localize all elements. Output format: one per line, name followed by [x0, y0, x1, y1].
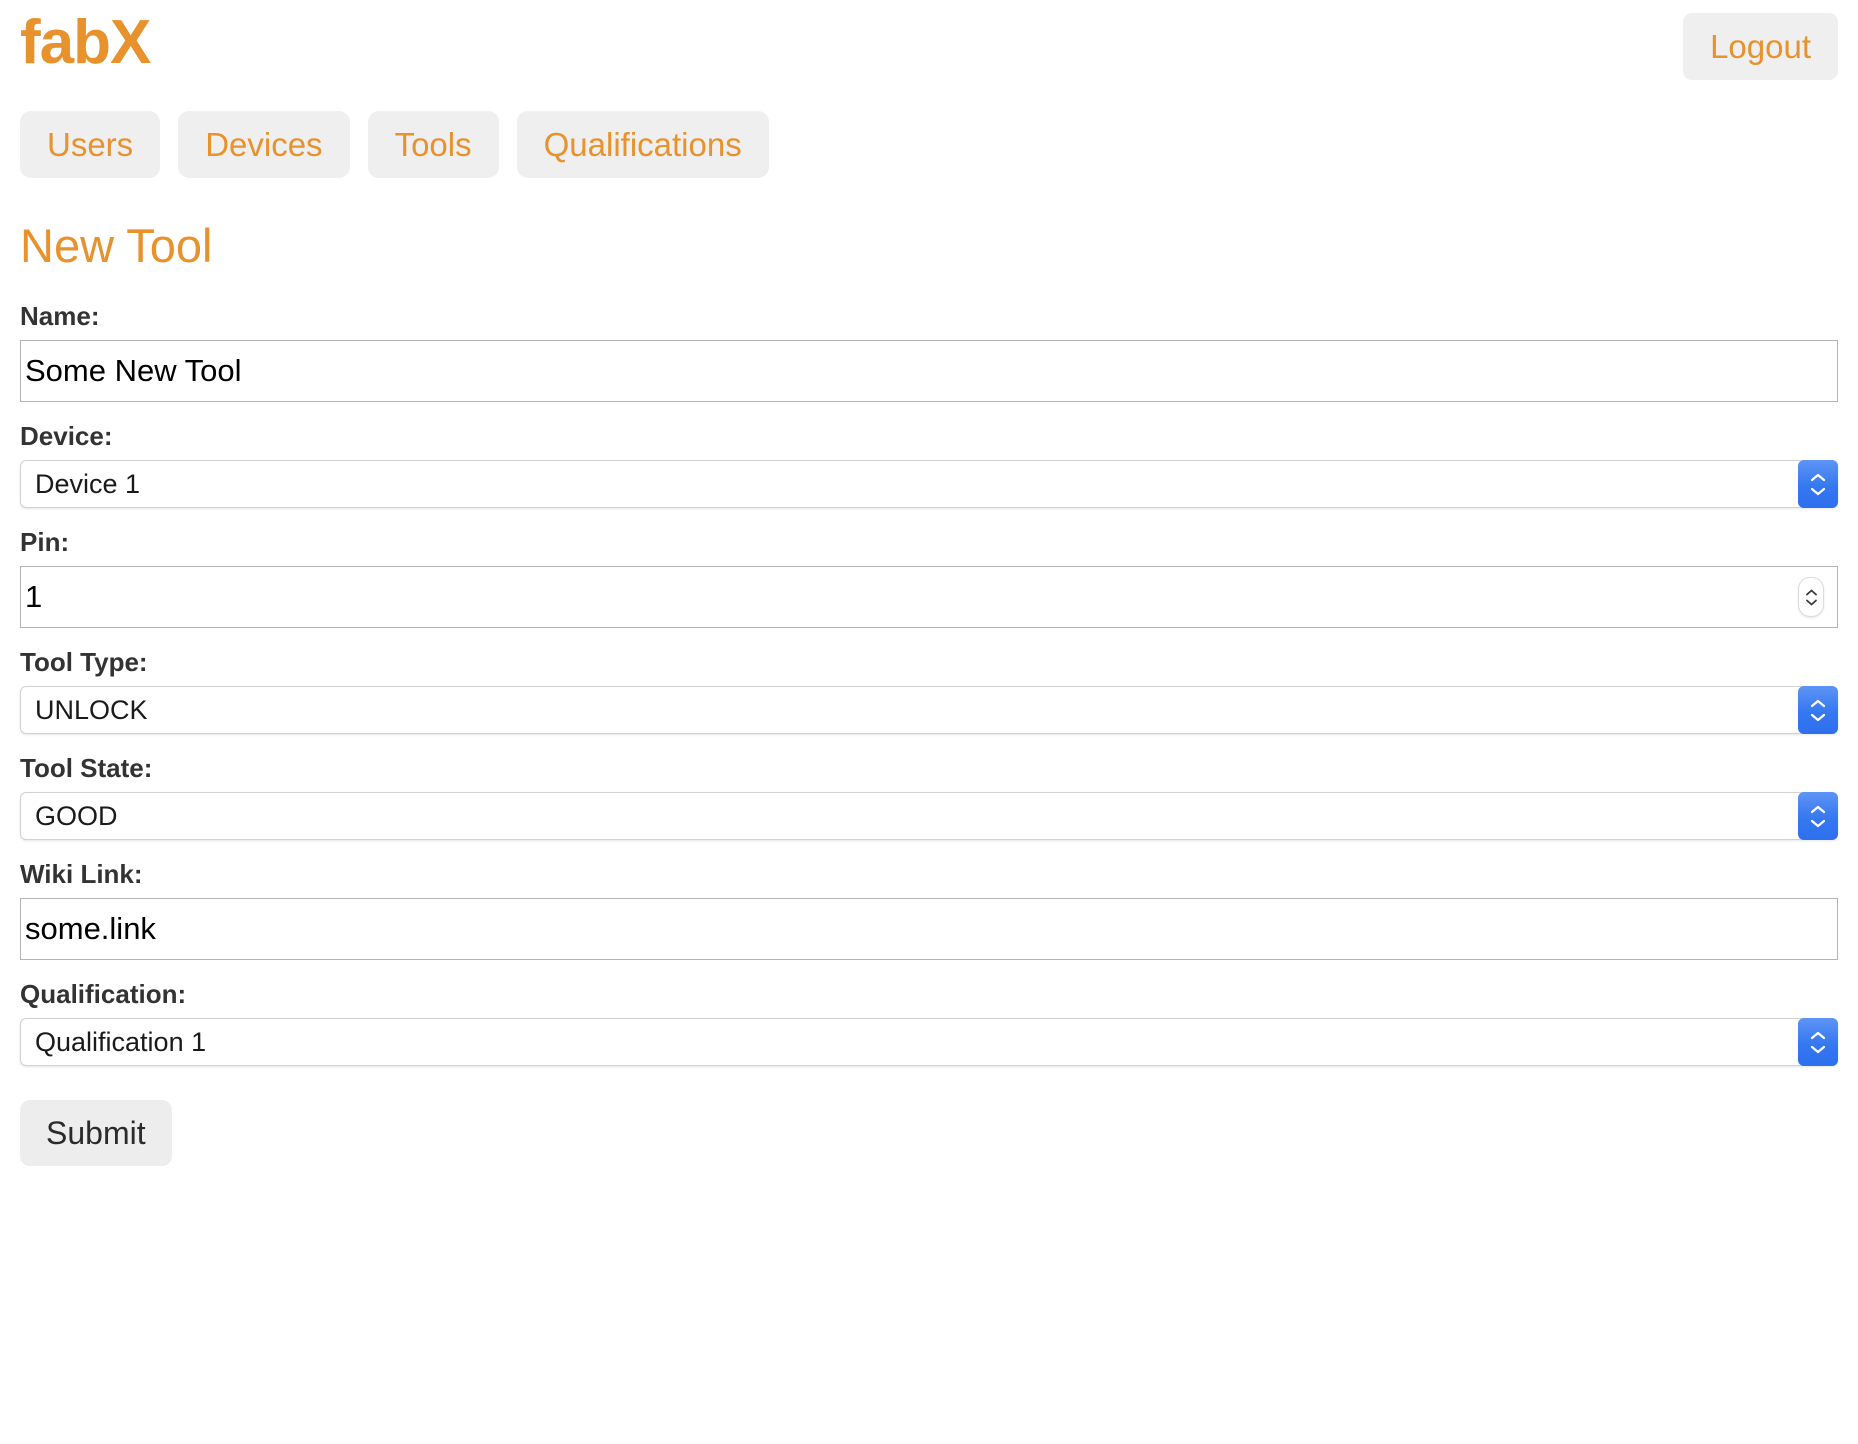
app-logo: fabX [20, 8, 151, 77]
tool-type-select-wrap: UNLOCK [20, 686, 1838, 734]
pin-stepper-icon[interactable] [1798, 577, 1824, 617]
tool-type-select-stepper-icon[interactable] [1798, 686, 1838, 734]
field-pin: Pin: [20, 529, 1838, 628]
tool-state-label: Tool State: [20, 753, 153, 783]
nav-tab-tools[interactable]: Tools [367, 111, 499, 178]
qualification-select-stepper-icon[interactable] [1798, 1018, 1838, 1066]
nav-tab-qualifications[interactable]: Qualifications [516, 111, 769, 178]
tool-state-select-stepper-icon[interactable] [1798, 792, 1838, 840]
page-title: New Tool [20, 219, 213, 272]
tool-state-select-wrap: GOOD [20, 792, 1838, 840]
submit-button[interactable]: Submit [20, 1100, 172, 1166]
nav-tab-users[interactable]: Users [20, 111, 161, 178]
device-select-stepper-icon[interactable] [1798, 460, 1838, 508]
qualification-select-wrap: Qualification 1 [20, 1018, 1838, 1066]
pin-label: Pin: [20, 527, 70, 557]
qualification-select[interactable]: Qualification 1 [20, 1018, 1838, 1066]
name-input[interactable] [20, 340, 1838, 402]
device-select[interactable]: Device 1 [20, 460, 1838, 508]
device-label: Device: [20, 421, 113, 451]
tool-type-label: Tool Type: [20, 647, 148, 677]
qualification-label: Qualification: [20, 979, 187, 1009]
field-tool-type: Tool Type: UNLOCK [20, 649, 1838, 734]
app-header: fabX Logout [20, 0, 1838, 108]
device-select-wrap: Device 1 [20, 460, 1838, 508]
main-navigation: Users Devices Tools Qualifications [20, 111, 1838, 178]
nav-tab-devices[interactable]: Devices [178, 111, 350, 178]
app-root: fabX Logout Users Devices Tools Qualific… [0, 0, 1858, 1444]
field-wiki-link: Wiki Link: [20, 861, 1838, 960]
field-qualification: Qualification: Qualification 1 [20, 981, 1838, 1066]
wiki-link-label: Wiki Link: [20, 859, 143, 889]
new-tool-form: Name: Device: Device 1 Pin: [20, 303, 1838, 1166]
wiki-link-input[interactable] [20, 898, 1838, 960]
field-device: Device: Device 1 [20, 423, 1838, 508]
tool-type-select[interactable]: UNLOCK [20, 686, 1838, 734]
tool-state-select[interactable]: GOOD [20, 792, 1838, 840]
field-name: Name: [20, 303, 1838, 402]
field-tool-state: Tool State: GOOD [20, 755, 1838, 840]
name-label: Name: [20, 301, 100, 331]
logout-button[interactable]: Logout [1683, 13, 1838, 80]
pin-input-wrap [20, 566, 1838, 628]
pin-input[interactable] [20, 566, 1838, 628]
